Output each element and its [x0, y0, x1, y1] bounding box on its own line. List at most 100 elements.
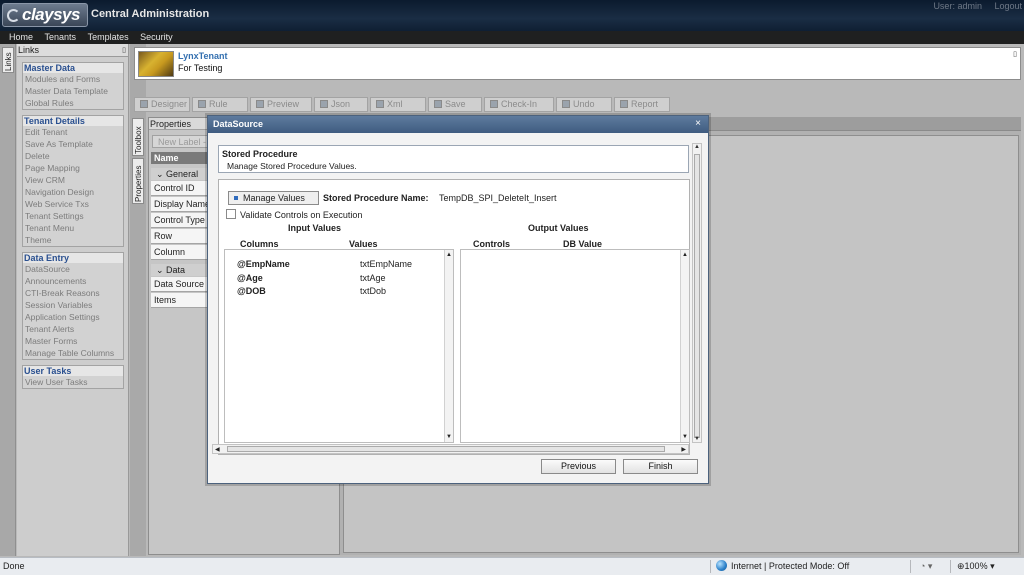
toolbar-designer-button[interactable]: Designer	[134, 97, 190, 112]
security-zone[interactable]: Internet | Protected Mode: Off	[716, 558, 849, 575]
manage-values-button[interactable]: Manage Values	[228, 191, 319, 205]
link-item[interactable]: Tenant Settings	[23, 210, 123, 222]
scroll-up-icon[interactable]: ▲	[446, 252, 452, 258]
menu-tenants[interactable]: Tenants	[45, 32, 77, 42]
link-item[interactable]: Announcements	[23, 275, 123, 287]
link-item[interactable]: Global Rules	[23, 97, 123, 109]
toolbar-rule-button[interactable]: Rule	[192, 97, 248, 112]
link-item[interactable]: Page Mapping	[23, 162, 123, 174]
output-list-scrollbar[interactable]: ▲ ▼	[680, 250, 689, 442]
scroll-thumb[interactable]	[227, 446, 665, 452]
toolbox-properties-strip: Toolbox Properties	[130, 44, 146, 556]
link-item[interactable]: View User Tasks	[23, 376, 123, 388]
scroll-up-icon[interactable]: ▲	[694, 144, 700, 150]
link-group: Data Entry DataSource Announcements CTI-Bre…	[22, 252, 124, 360]
link-item[interactable]: Navigation Design	[23, 186, 123, 198]
link-item[interactable]: Modules and Forms	[23, 73, 123, 85]
toolbar-xml-button[interactable]: Xml	[370, 97, 426, 112]
toolbar-json-button[interactable]: Json	[314, 97, 368, 112]
dialog-horizontal-scrollbar[interactable]: ◀ ▶	[212, 444, 689, 454]
scroll-right-icon[interactable]: ▶	[681, 446, 686, 453]
link-item[interactable]: Tenant Menu	[23, 222, 123, 234]
pin-icon[interactable]: ▯	[122, 45, 126, 57]
input-values-list[interactable]: ▲ ▼ @EmpName txtEmpName @Age txtAge @DOB txtD…	[224, 249, 454, 443]
link-item[interactable]: DataSource	[23, 263, 123, 275]
link-item[interactable]: CTI-Break Reasons	[23, 287, 123, 299]
output-values-list[interactable]: ▲ ▼	[460, 249, 690, 443]
scroll-left-icon[interactable]: ◀	[215, 446, 220, 453]
menu-security[interactable]: Security	[140, 32, 173, 42]
links-vertical-tab[interactable]: Links	[2, 47, 14, 73]
link-group-title[interactable]: User Tasks	[23, 366, 123, 376]
property-row[interactable]: Data Source	[151, 277, 209, 292]
properties-section-general[interactable]: ⌄ General	[151, 168, 209, 180]
status-divider	[710, 560, 711, 573]
input-row-column: @DOB	[237, 286, 266, 296]
finish-button[interactable]: Finish	[623, 459, 698, 474]
toolbar-report-button[interactable]: Report	[614, 97, 670, 112]
link-item[interactable]: Theme	[23, 234, 123, 246]
link-item[interactable]: Delete	[23, 150, 123, 162]
properties-name-column: Name	[151, 152, 209, 164]
properties-vertical-tab[interactable]: Properties	[132, 158, 144, 204]
toolbar-button-label: Check-In	[501, 99, 538, 109]
scroll-thumb[interactable]	[694, 154, 700, 438]
logout-link[interactable]: Logout	[994, 1, 1022, 11]
toolbar-undo-button[interactable]: Undo	[556, 97, 612, 112]
input-list-scrollbar[interactable]: ▲ ▼	[444, 250, 453, 442]
scroll-up-icon[interactable]: ▲	[682, 252, 688, 258]
protected-mode-icon[interactable]: ◔ ▾	[920, 558, 932, 575]
zoom-level[interactable]: ⊕100% ▾	[957, 558, 995, 575]
property-row[interactable]: Items	[151, 293, 209, 308]
toolbar-check-in-button[interactable]: Check-In	[484, 97, 554, 112]
property-row[interactable]: Display Name	[151, 197, 209, 212]
link-group-title[interactable]: Master Data	[23, 63, 123, 73]
output-values-title: Output Values	[528, 223, 589, 233]
tenant-image	[138, 51, 174, 77]
property-row[interactable]: Control ID	[151, 181, 209, 196]
link-item[interactable]: Application Settings	[23, 311, 123, 323]
link-item[interactable]: Web Service Txs	[23, 198, 123, 210]
dialog-vertical-scrollbar[interactable]: ▲ ▼	[692, 143, 702, 443]
scroll-down-icon[interactable]: ▼	[682, 434, 688, 440]
scroll-down-icon[interactable]: ▼	[694, 436, 700, 442]
tenant-name[interactable]: LynxTenant	[178, 51, 228, 61]
input-row-value[interactable]: txtAge	[360, 273, 386, 283]
link-item[interactable]: Save As Template	[23, 138, 123, 150]
menu-templates[interactable]: Templates	[88, 32, 129, 42]
properties-section-datasource[interactable]: ⌄ Data Source	[151, 264, 209, 287]
main-menu: Home Tenants Templates Security	[0, 31, 1024, 44]
input-row-value[interactable]: txtEmpName	[360, 259, 412, 269]
link-item[interactable]: Session Variables	[23, 299, 123, 311]
toolbar-button-label: Json	[331, 99, 351, 109]
pin-icon[interactable]: ▯	[1013, 50, 1017, 58]
toolbar-preview-button[interactable]: Preview	[250, 97, 312, 112]
property-row[interactable]: Column	[151, 245, 209, 260]
link-item[interactable]: Edit Tenant	[23, 126, 123, 138]
tenant-description: For Testing	[178, 63, 223, 73]
close-icon[interactable]: ×	[695, 116, 701, 132]
tenant-card: LynxTenant For Testing ▯	[134, 47, 1021, 80]
toolbox-vertical-tab[interactable]: Toolbox	[132, 118, 144, 156]
link-item[interactable]: Master Forms	[23, 335, 123, 347]
validate-controls-checkbox[interactable]	[226, 209, 236, 219]
link-item[interactable]: Tenant Alerts	[23, 323, 123, 335]
property-row[interactable]: Control Type	[151, 213, 209, 228]
link-group-title[interactable]: Data Entry	[23, 253, 123, 263]
toolbar-save-button[interactable]: Save	[428, 97, 482, 112]
toolbar-icon	[320, 100, 328, 108]
link-item[interactable]: View CRM	[23, 174, 123, 186]
new-label-select[interactable]: New Label -	[152, 135, 210, 148]
link-item[interactable]: Manage Table Columns	[23, 347, 123, 359]
property-row[interactable]: Row	[151, 229, 209, 244]
app-title: Central Administration	[91, 8, 210, 20]
link-item[interactable]: Master Data Template	[23, 85, 123, 97]
toolbar-button-label: Save	[445, 99, 466, 109]
links-vertical-tab-label: Links	[4, 52, 13, 71]
input-row-value[interactable]: txtDob	[360, 286, 386, 296]
previous-button[interactable]: Previous	[541, 459, 616, 474]
user-links: User: admin Logout	[923, 1, 1022, 11]
link-group-title[interactable]: Tenant Details	[23, 116, 123, 126]
scroll-down-icon[interactable]: ▼	[446, 434, 452, 440]
toolbar-icon	[256, 100, 264, 108]
